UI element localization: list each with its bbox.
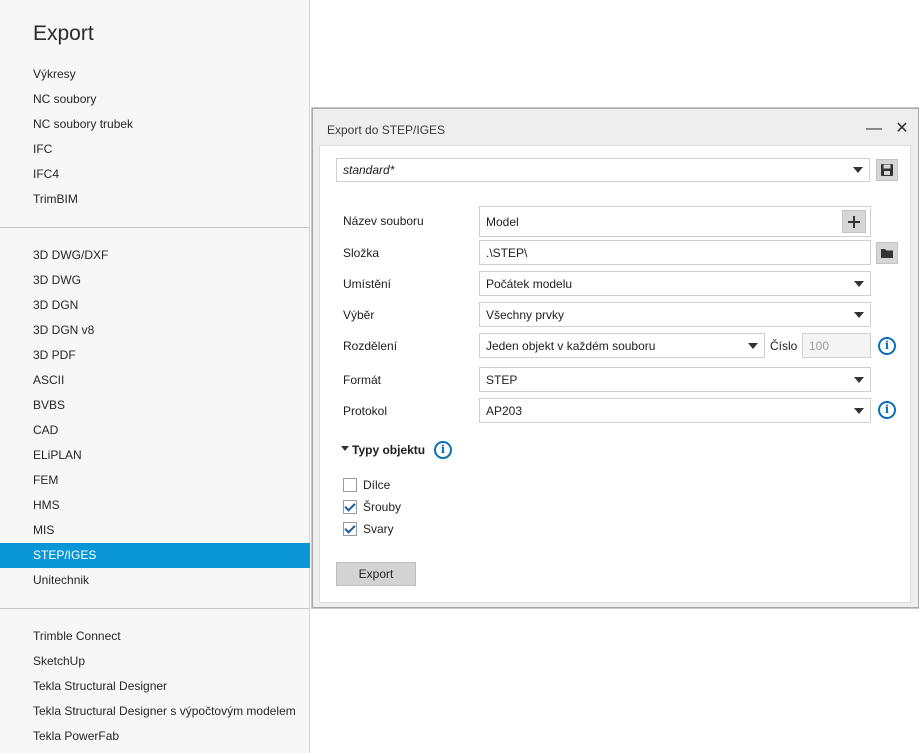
format-value: STEP [486, 372, 518, 387]
placement-select[interactable]: Počátek modelu [479, 271, 871, 296]
checkbox-dilce-label: Dílce [363, 478, 391, 492]
chevron-down-icon [854, 280, 864, 287]
menu-item-3d-dwg-dxf[interactable]: 3D DWG/DXF [0, 243, 310, 268]
close-icon: ✕ [895, 120, 909, 137]
browse-folder-button[interactable] [876, 242, 898, 264]
selection-select[interactable]: Všechny prvky [479, 302, 871, 327]
object-types-info-icon[interactable]: i [434, 441, 452, 459]
chevron-down-icon [853, 167, 863, 173]
object-types-header[interactable]: Typy objektu [352, 443, 425, 457]
menu-item-trimble-connect[interactable]: Trimble Connect [0, 624, 310, 649]
placement-value: Počátek modelu [486, 276, 573, 291]
export-button[interactable]: Export [336, 562, 416, 586]
menu-divider [0, 227, 310, 228]
menu-item-ascii[interactable]: ASCII [0, 368, 310, 393]
menu-item-3d-dgn-v8[interactable]: 3D DGN v8 [0, 318, 310, 343]
menu-item-unitechnik[interactable]: Unitechnik [0, 568, 310, 593]
menu-item-nc-soubory[interactable]: NC soubory [0, 87, 310, 112]
folder-input[interactable]: .\STEP\ [479, 240, 871, 265]
split-label: Rozdělení [343, 339, 398, 353]
export-menu-panel: Export Výkresy NC soubory NC soubory tru… [0, 0, 310, 753]
menu-item-tsd-with-analysis-model[interactable]: Tekla Structural Designer s výpočtovým m… [0, 699, 310, 724]
number-value: 100 [809, 338, 830, 353]
add-to-file-name-button[interactable] [842, 210, 866, 233]
format-select[interactable]: STEP [479, 367, 871, 392]
menu-item-nc-soubory-trubek[interactable]: NC soubory trubek [0, 112, 310, 137]
protocol-info-icon[interactable]: i [878, 401, 896, 419]
menu-item-ifc[interactable]: IFC [0, 137, 310, 162]
protocol-label: Protokol [343, 404, 388, 418]
menu-item-tekla-powerfab[interactable]: Tekla PowerFab [0, 724, 310, 749]
check-icon [344, 500, 356, 512]
menu-item-3d-dwg[interactable]: 3D DWG [0, 268, 310, 293]
file-name-label: Název souboru [343, 214, 424, 228]
close-button[interactable]: ✕ [890, 117, 914, 141]
split-select[interactable]: Jeden objekt v každém souboru [479, 333, 765, 358]
number-label: Číslo [770, 339, 798, 353]
export-step-iges-dialog: Export do STEP/IGES — ✕ [312, 108, 919, 608]
menu-item-trimbim[interactable]: TrimBIM [0, 187, 310, 212]
checkbox-svary[interactable] [343, 522, 357, 536]
menu-item-bvbs[interactable]: BVBS [0, 393, 310, 418]
menu-item-hms[interactable]: HMS [0, 493, 310, 518]
menu-item-tekla-structural-designer[interactable]: Tekla Structural Designer [0, 674, 310, 699]
chevron-down-icon [854, 407, 864, 414]
checkbox-srouby[interactable] [343, 500, 357, 514]
menu-item-cad[interactable]: CAD [0, 418, 310, 443]
menu-item-fem[interactable]: FEM [0, 468, 310, 493]
chevron-down-icon [854, 376, 864, 383]
menu-item-step-iges[interactable]: STEP/IGES [0, 543, 310, 568]
selection-value: Všechny prvky [486, 307, 565, 322]
format-label: Formát [343, 373, 382, 387]
plus-icon [848, 215, 860, 228]
placement-label: Umístění [343, 277, 392, 291]
protocol-select[interactable]: AP203 [479, 398, 871, 423]
export-menu-title: Export [33, 22, 94, 45]
menu-item-3d-dgn[interactable]: 3D DGN [0, 293, 310, 318]
split-value: Jeden objekt v každém souboru [486, 338, 656, 353]
minimize-icon: — [866, 120, 882, 137]
preset-select[interactable]: standard* [336, 158, 870, 182]
checkbox-srouby-label: Šrouby [363, 500, 402, 514]
chevron-down-icon [748, 342, 758, 349]
file-name-value: Model [486, 214, 519, 229]
dialog-title: Export do STEP/IGES [327, 123, 446, 137]
checkbox-dilce[interactable] [343, 478, 357, 492]
folder-label: Složka [343, 246, 380, 260]
menu-item-mis[interactable]: MIS [0, 518, 310, 543]
menu-item-ifc4[interactable]: IFC4 [0, 162, 310, 187]
chevron-down-icon [854, 311, 864, 318]
file-name-input[interactable]: Model [479, 206, 871, 237]
save-icon [881, 164, 893, 176]
folder-value: .\STEP\ [486, 245, 528, 260]
folder-icon [881, 249, 893, 258]
menu-item-3d-pdf[interactable]: 3D PDF [0, 343, 310, 368]
menu-item-vykresy[interactable]: Výkresy [0, 62, 310, 87]
selection-label: Výběr [343, 308, 375, 322]
number-input[interactable]: 100 [802, 333, 871, 358]
save-preset-button[interactable] [876, 159, 898, 181]
menu-item-eliplan[interactable]: ELiPLAN [0, 443, 310, 468]
menu-divider [0, 608, 310, 609]
check-icon [344, 522, 356, 534]
menu-item-sketchup[interactable]: SketchUp [0, 649, 310, 674]
checkbox-svary-label: Svary [363, 522, 394, 536]
protocol-value: AP203 [486, 403, 523, 418]
caret-down-icon[interactable] [341, 446, 349, 451]
split-info-icon[interactable]: i [878, 337, 896, 355]
preset-value: standard* [343, 163, 395, 177]
minimize-button[interactable]: — [862, 117, 886, 141]
